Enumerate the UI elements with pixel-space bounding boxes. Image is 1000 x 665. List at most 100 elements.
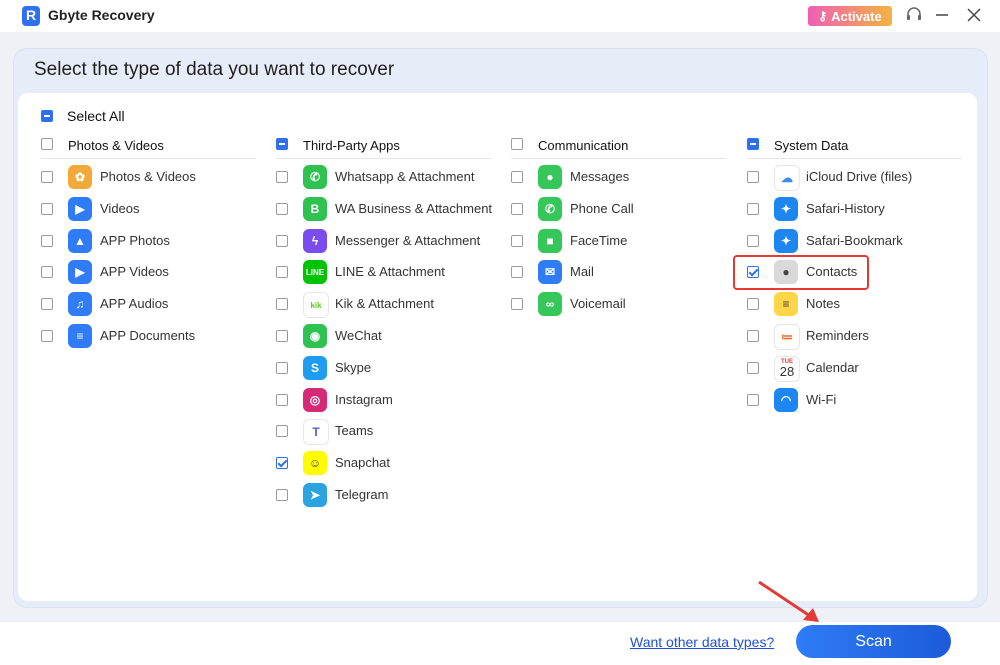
- item-checkbox[interactable]: [511, 298, 523, 311]
- data-type-item[interactable]: ● Messages: [511, 165, 731, 189]
- data-type-item[interactable]: ▶ Videos: [41, 196, 261, 221]
- category-checkbox[interactable]: [276, 138, 288, 150]
- phone-icon: ✆: [538, 196, 562, 221]
- data-type-item[interactable]: ▶ APP Videos: [41, 260, 261, 285]
- item-checkbox[interactable]: [511, 171, 523, 183]
- data-type-item[interactable]: ☁ iCloud Drive (files): [747, 165, 967, 191]
- item-label: Phone Call: [570, 200, 634, 216]
- close-icon[interactable]: [964, 5, 984, 25]
- item-label: Teams: [335, 423, 374, 439]
- item-label: Messages: [570, 169, 630, 184]
- data-type-item[interactable]: LINE LINE & Attachment: [276, 260, 496, 285]
- data-type-item[interactable]: ☺ Snapchat: [276, 451, 496, 476]
- data-type-item[interactable]: ✦ Safari-Bookmark: [747, 228, 967, 253]
- item-label: APP Documents: [100, 328, 196, 343]
- item-checkbox[interactable]: [276, 266, 288, 279]
- instagram-icon: ◎: [303, 387, 327, 412]
- item-label: Telegram: [335, 487, 389, 502]
- data-type-item[interactable]: ✆ Whatsapp & Attachment: [276, 165, 496, 189]
- page-title: Select the type of data you want to reco…: [34, 59, 395, 80]
- item-checkbox[interactable]: [747, 330, 759, 342]
- item-checkbox[interactable]: [41, 298, 53, 311]
- item-checkbox[interactable]: [276, 457, 288, 470]
- item-checkbox[interactable]: [41, 171, 53, 183]
- category-checkbox[interactable]: [41, 138, 53, 150]
- data-type-item[interactable]: TUE 28 Calendar: [747, 355, 967, 382]
- data-type-item[interactable]: ≔ Reminders: [747, 324, 967, 350]
- data-type-item[interactable]: ♫ APP Audios: [41, 292, 261, 317]
- item-checkbox[interactable]: [41, 266, 53, 279]
- item-checkbox[interactable]: [747, 361, 759, 374]
- item-checkbox[interactable]: [276, 361, 288, 374]
- data-type-item[interactable]: ◉ WeChat: [276, 324, 496, 348]
- other-data-types-link[interactable]: Want other data types?: [630, 634, 774, 650]
- activate-button[interactable]: ⚷ Activate: [808, 6, 892, 26]
- item-checkbox[interactable]: [747, 234, 759, 247]
- facetime-icon: ■: [538, 228, 562, 253]
- category-checkbox[interactable]: [747, 138, 759, 150]
- data-type-item[interactable]: T Teams: [276, 419, 496, 446]
- activate-label: Activate: [831, 8, 882, 24]
- item-checkbox[interactable]: [747, 298, 759, 311]
- item-label: Whatsapp & Attachment: [335, 169, 475, 184]
- wechat-icon: ◉: [303, 324, 327, 348]
- scan-button[interactable]: Scan: [796, 625, 951, 658]
- data-type-item[interactable]: ✿ Photos & Videos: [41, 165, 261, 189]
- item-checkbox[interactable]: [276, 298, 288, 311]
- data-type-item[interactable]: ■ FaceTime: [511, 228, 731, 253]
- minimize-icon[interactable]: [932, 5, 952, 25]
- key-icon: ⚷: [818, 9, 828, 23]
- item-label: WeChat: [335, 328, 382, 343]
- calendar-date: 28: [779, 364, 795, 380]
- item-checkbox[interactable]: [276, 425, 288, 438]
- data-type-item[interactable]: ◠ Wi-Fi: [747, 387, 967, 412]
- item-label: Snapchat: [335, 455, 390, 471]
- item-label: Safari-Bookmark: [806, 232, 903, 248]
- item-checkbox[interactable]: [747, 171, 759, 183]
- item-label: Wi-Fi: [806, 391, 837, 407]
- category-header: Communication: [511, 136, 726, 159]
- item-checkbox[interactable]: [41, 234, 53, 247]
- item-checkbox[interactable]: [276, 171, 288, 183]
- app-photos-icon: ▲: [68, 228, 92, 253]
- item-checkbox[interactable]: [747, 393, 759, 406]
- data-type-item[interactable]: ≡ APP Documents: [41, 324, 261, 348]
- app-documents-icon: ≡: [68, 324, 92, 348]
- item-label: Skype: [335, 359, 372, 375]
- data-type-item[interactable]: ◎ Instagram: [276, 387, 496, 412]
- item-checkbox[interactable]: [41, 202, 53, 215]
- item-checkbox[interactable]: [276, 393, 288, 406]
- item-checkbox[interactable]: [511, 266, 523, 279]
- app-title: Gbyte Recovery: [48, 7, 155, 23]
- messages-icon: ●: [538, 165, 562, 189]
- data-type-item[interactable]: ✦ Safari-History: [747, 196, 967, 221]
- item-checkbox[interactable]: [276, 489, 288, 501]
- data-type-item[interactable]: ∞ Voicemail: [511, 292, 731, 317]
- select-all-checkbox[interactable]: [41, 110, 53, 122]
- item-checkbox[interactable]: [276, 330, 288, 342]
- item-checkbox[interactable]: [511, 234, 523, 247]
- data-type-item[interactable]: B WA Business & Attachment: [276, 196, 496, 221]
- item-checkbox[interactable]: [747, 266, 759, 279]
- item-label: Kik & Attachment: [335, 296, 434, 312]
- data-type-item[interactable]: ϟ Messenger & Attachment: [276, 228, 496, 253]
- item-checkbox[interactable]: [276, 202, 288, 215]
- item-label: Safari-History: [806, 200, 885, 216]
- line-icon: LINE: [303, 260, 327, 285]
- data-type-item[interactable]: kik Kik & Attachment: [276, 292, 496, 319]
- category-label: System Data: [774, 138, 849, 153]
- data-type-item[interactable]: ≡ Notes: [747, 292, 967, 317]
- item-checkbox[interactable]: [276, 234, 288, 247]
- item-label: Calendar: [806, 359, 859, 375]
- category-checkbox[interactable]: [511, 138, 523, 150]
- data-type-item[interactable]: ✆ Phone Call: [511, 196, 731, 221]
- data-type-item[interactable]: ➤ Telegram: [276, 483, 496, 507]
- item-checkbox[interactable]: [747, 202, 759, 215]
- app-audios-icon: ♫: [68, 292, 92, 317]
- data-type-item[interactable]: ▲ APP Photos: [41, 228, 261, 253]
- data-type-item[interactable]: S Skype: [276, 355, 496, 380]
- data-type-item[interactable]: ✉ Mail: [511, 260, 731, 285]
- item-checkbox[interactable]: [41, 330, 53, 342]
- headset-support-icon[interactable]: [904, 5, 924, 25]
- item-checkbox[interactable]: [511, 202, 523, 215]
